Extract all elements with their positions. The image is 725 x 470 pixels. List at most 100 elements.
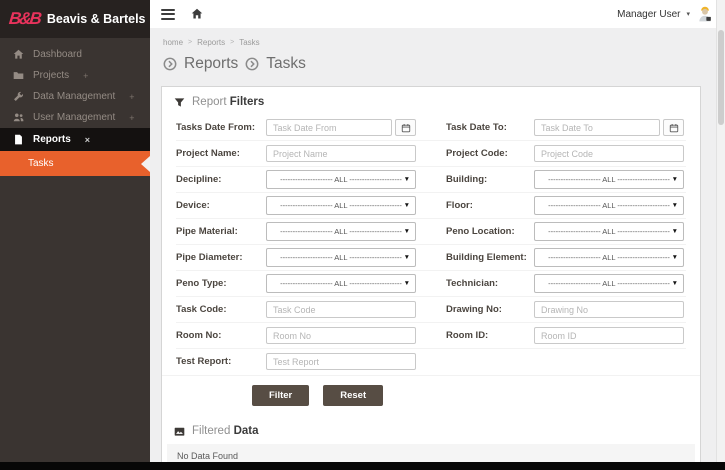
- dropdown-selected-value: --------------------- ALL --------------…: [280, 175, 402, 184]
- home-icon: [13, 49, 24, 60]
- main-content: home > Reports > Tasks Reports Tasks Rep…: [150, 28, 725, 462]
- project-code-field: [534, 145, 684, 162]
- dropdown-selected-value: --------------------- ALL --------------…: [280, 227, 402, 236]
- project-name-label: Project Name:: [176, 148, 266, 159]
- tasks-date-from-input[interactable]: [266, 119, 392, 136]
- data-table-icon: [174, 426, 185, 437]
- reset-button[interactable]: Reset: [323, 385, 383, 406]
- peno-location-label: Peno Location:: [446, 226, 534, 237]
- building-element-dropdown[interactable]: --------------------- ALL --------------…: [534, 248, 684, 267]
- sidebar-item-label: Data Management: [33, 91, 115, 102]
- user-menu[interactable]: Manager User ▾: [617, 5, 714, 23]
- pipe-diameter-dropdown[interactable]: --------------------- ALL --------------…: [266, 248, 416, 267]
- peno-type-field: --------------------- ALL --------------…: [266, 274, 416, 293]
- dropdown-caret-icon: ▼: [672, 202, 678, 209]
- filtered-data-header: Filtered Data: [162, 417, 700, 444]
- dropdown-selected-value: --------------------- ALL --------------…: [548, 253, 670, 262]
- dropdown-selected-value: --------------------- ALL --------------…: [548, 175, 670, 184]
- page-title: Reports Tasks: [163, 55, 709, 73]
- project-code-input[interactable]: [534, 145, 684, 162]
- task-date-to-label: Task Date To:: [446, 122, 534, 133]
- project-name-input[interactable]: [266, 145, 416, 162]
- filter-form-row: Decipline:--------------------- ALL ----…: [176, 166, 686, 192]
- peno-type-dropdown[interactable]: --------------------- ALL --------------…: [266, 274, 416, 293]
- pipe-material-dropdown[interactable]: --------------------- ALL --------------…: [266, 222, 416, 241]
- peno-location-dropdown[interactable]: --------------------- ALL --------------…: [534, 222, 684, 241]
- building-element-label: Building Element:: [446, 252, 534, 263]
- dropdown-caret-icon: ▼: [404, 176, 410, 183]
- sidebar-item-label: Reports: [33, 134, 71, 145]
- sidebar-item-user-management[interactable]: User Management+: [0, 107, 150, 128]
- building-label: Building:: [446, 174, 534, 185]
- technician-dropdown[interactable]: --------------------- ALL --------------…: [534, 274, 684, 293]
- room-no-input[interactable]: [266, 327, 416, 344]
- dropdown-selected-value: --------------------- ALL --------------…: [280, 253, 402, 262]
- dropdown-caret-icon: ▼: [404, 228, 410, 235]
- filter-button[interactable]: Filter: [252, 385, 309, 406]
- filtered-data-title-bold: Data: [234, 425, 259, 437]
- room-id-label: Room ID:: [446, 330, 534, 341]
- breadcrumb-home[interactable]: home: [163, 38, 183, 47]
- filter-form-row: Peno Type:--------------------- ALL ----…: [176, 270, 686, 296]
- room-no-label: Room No:: [176, 330, 266, 341]
- technician-field: --------------------- ALL --------------…: [534, 274, 684, 293]
- tasks-date-from-field: [266, 119, 416, 136]
- collapse-icon: ×: [85, 135, 90, 145]
- topbar: Manager User ▾: [150, 0, 725, 28]
- sidebar-item-data-management[interactable]: Data Management+: [0, 86, 150, 107]
- breadcrumb-separator: >: [188, 39, 192, 46]
- filter-form-row: Project Name:Project Code:: [176, 140, 686, 166]
- sidebar-item-dashboard[interactable]: Dashboard: [0, 44, 150, 65]
- building-field: --------------------- ALL --------------…: [534, 170, 684, 189]
- test-report-input[interactable]: [266, 353, 416, 370]
- task-code-input[interactable]: [266, 301, 416, 318]
- drawing-no-input[interactable]: [534, 301, 684, 318]
- arrow-circle-icon: [245, 57, 259, 71]
- vertical-scrollbar[interactable]: [716, 0, 725, 462]
- breadcrumb: home > Reports > Tasks: [163, 38, 709, 47]
- pipe-material-field: --------------------- ALL --------------…: [266, 222, 416, 241]
- floor-dropdown[interactable]: --------------------- ALL --------------…: [534, 196, 684, 215]
- room-id-input[interactable]: [534, 327, 684, 344]
- dropdown-caret-icon: ▼: [672, 254, 678, 261]
- task-date-to-input[interactable]: [534, 119, 660, 136]
- drawing-no-field: [534, 301, 684, 318]
- filter-form-row: Test Report:: [176, 348, 686, 374]
- task-date-to-field: [534, 119, 684, 136]
- floor-field: --------------------- ALL --------------…: [534, 196, 684, 215]
- device-label: Device:: [176, 200, 266, 211]
- sidebar-item-projects[interactable]: Projects+: [0, 65, 150, 86]
- breadcrumb-reports[interactable]: Reports: [197, 38, 225, 47]
- wrench-icon: [13, 91, 24, 102]
- breadcrumb-tasks[interactable]: Tasks: [239, 38, 259, 47]
- calendar-icon[interactable]: [663, 119, 684, 136]
- form-buttons: Filter Reset: [162, 375, 700, 417]
- sidebar: B&B Beavis & Bartels DashboardProjects+D…: [0, 0, 150, 462]
- sidebar-item-label: User Management: [33, 112, 115, 123]
- task-code-label: Task Code:: [176, 304, 266, 315]
- task-code-field: [266, 301, 416, 318]
- dropdown-selected-value: --------------------- ALL --------------…: [548, 279, 670, 288]
- filter-form: Tasks Date From:Task Date To:Project Nam…: [162, 115, 700, 374]
- dropdown-caret-icon: ▼: [672, 228, 678, 235]
- home-icon[interactable]: [191, 8, 203, 20]
- page-title-tasks: Tasks: [266, 55, 306, 73]
- report-filters-panel: Report Filters Tasks Date From:Task Date…: [161, 86, 701, 462]
- device-dropdown[interactable]: --------------------- ALL --------------…: [266, 196, 416, 215]
- filtered-data-title-light: Filtered: [192, 425, 230, 437]
- decipline-dropdown[interactable]: --------------------- ALL --------------…: [266, 170, 416, 189]
- sidebar-item-reports[interactable]: Reports ×: [0, 128, 150, 151]
- dropdown-selected-value: --------------------- ALL --------------…: [548, 201, 670, 210]
- calendar-icon[interactable]: [395, 119, 416, 136]
- sidebar-item-tasks[interactable]: Tasks: [0, 151, 150, 176]
- scrollbar-thumb[interactable]: [718, 30, 724, 125]
- building-dropdown[interactable]: --------------------- ALL --------------…: [534, 170, 684, 189]
- floor-label: Floor:: [446, 200, 534, 211]
- filter-form-row: Pipe Material:--------------------- ALL …: [176, 218, 686, 244]
- file-icon: [13, 134, 24, 145]
- decipline-field: --------------------- ALL --------------…: [266, 170, 416, 189]
- peno-type-label: Peno Type:: [176, 278, 266, 289]
- sidebar-item-label: Dashboard: [33, 49, 82, 60]
- hamburger-menu-icon[interactable]: [161, 6, 175, 22]
- filter-form-row: Pipe Diameter:--------------------- ALL …: [176, 244, 686, 270]
